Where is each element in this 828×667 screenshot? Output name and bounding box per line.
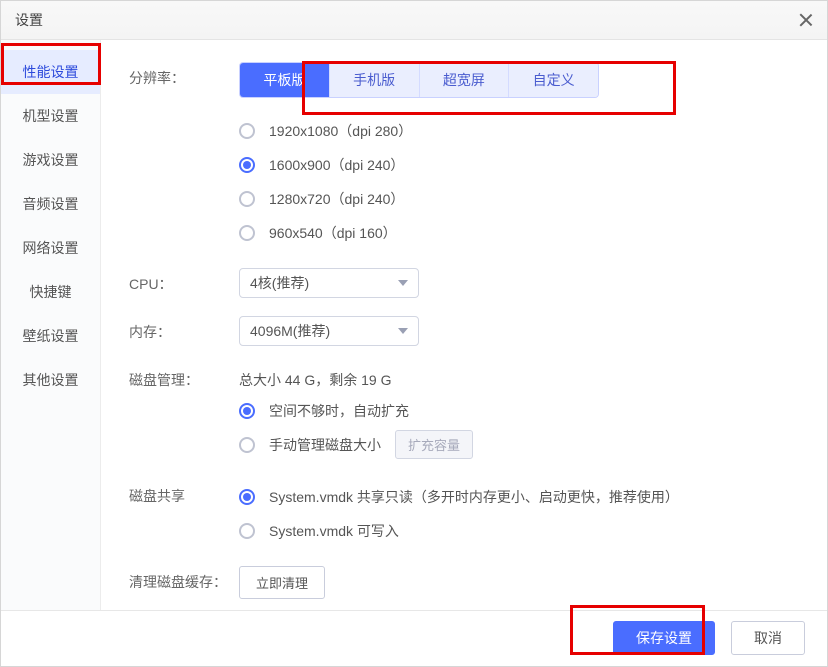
resolution-tab-3[interactable]: 自定义 [508,63,598,97]
resolution-option-1[interactable]: 1600x900（dpi 240） [239,148,799,182]
radio-label: 960x540（dpi 160） [269,223,397,243]
radio-label: 1600x900（dpi 240） [269,155,404,175]
content: 分辨率： 平板版手机版超宽屏自定义 1920x1080（dpi 280） 1600… [101,40,827,610]
resolution-option-2[interactable]: 1280x720（dpi 240） [239,182,799,216]
disk-summary: 总大小 44 G，剩余 19 G [239,364,799,394]
radio-icon [239,489,255,505]
expand-capacity-button: 扩充容量 [395,430,473,459]
sidebar-item-7[interactable]: 其他设置 [1,358,100,402]
sidebar-item-5[interactable]: 快捷键 [1,270,100,314]
chevron-down-icon [398,328,408,334]
label-share: 磁盘共享 [129,480,239,506]
radio-icon [239,191,255,207]
resolution-option-0[interactable]: 1920x1080（dpi 280） [239,114,799,148]
radio-label: 1280x720（dpi 240） [269,189,404,209]
label-memory: 内存： [129,316,239,342]
share-option-1[interactable]: System.vmdk 可写入 [239,514,799,548]
disk-options: 空间不够时，自动扩充手动管理磁盘大小扩充容量 [239,394,799,462]
resolution-options: 1920x1080（dpi 280） 1600x900（dpi 240） 1280x… [239,114,799,250]
chevron-down-icon [398,280,408,286]
resolution-tab-1[interactable]: 手机版 [329,63,419,97]
radio-icon [239,225,255,241]
cancel-button[interactable]: 取消 [731,621,805,655]
disk-option-0[interactable]: 空间不够时，自动扩充 [239,394,799,428]
label-cpu: CPU： [129,268,239,294]
sidebar-item-4[interactable]: 网络设置 [1,226,100,270]
memory-select[interactable]: 4096M(推荐) [239,316,419,346]
share-options: System.vmdk 共享只读（多开时内存更小、启动更快，推荐使用） Syste… [239,480,799,548]
resolution-tab-2[interactable]: 超宽屏 [419,63,509,97]
clean-cache-button[interactable]: 立即清理 [239,566,325,599]
sidebar-item-2[interactable]: 游戏设置 [1,138,100,182]
radio-icon [239,123,255,139]
resolution-tab-0[interactable]: 平板版 [240,63,329,97]
radio-icon [239,523,255,539]
label-disk: 磁盘管理： [129,364,239,390]
share-option-0[interactable]: System.vmdk 共享只读（多开时内存更小、启动更快，推荐使用） [239,480,799,514]
radio-icon [239,437,255,453]
radio-label: System.vmdk 可写入 [269,521,399,541]
sidebar: 性能设置机型设置游戏设置音频设置网络设置快捷键壁纸设置其他设置 [1,40,101,610]
titlebar: 设置 [1,1,827,40]
radio-label: 手动管理磁盘大小 [269,435,381,455]
close-icon[interactable] [799,13,813,27]
sidebar-item-6[interactable]: 壁纸设置 [1,314,100,358]
memory-select-value: 4096M(推荐) [250,321,330,341]
sidebar-item-1[interactable]: 机型设置 [1,94,100,138]
radio-icon [239,157,255,173]
sidebar-item-3[interactable]: 音频设置 [1,182,100,226]
radio-label: 空间不够时，自动扩充 [269,401,409,421]
radio-icon [239,403,255,419]
resolution-tabs: 平板版手机版超宽屏自定义 [239,62,599,98]
save-button[interactable]: 保存设置 [613,621,715,655]
label-clean: 清理磁盘缓存： [129,566,239,592]
footer: 保存设置 取消 [1,610,827,666]
sidebar-item-0[interactable]: 性能设置 [1,50,100,94]
cpu-select-value: 4核(推荐) [250,273,309,293]
resolution-option-3[interactable]: 960x540（dpi 160） [239,216,799,250]
radio-label: 1920x1080（dpi 280） [269,121,412,141]
label-resolution: 分辨率： [129,62,239,88]
radio-label: System.vmdk 共享只读（多开时内存更小、启动更快，推荐使用） [269,487,679,507]
cpu-select[interactable]: 4核(推荐) [239,268,419,298]
window-title: 设置 [15,10,43,30]
disk-option-1[interactable]: 手动管理磁盘大小扩充容量 [239,428,799,462]
